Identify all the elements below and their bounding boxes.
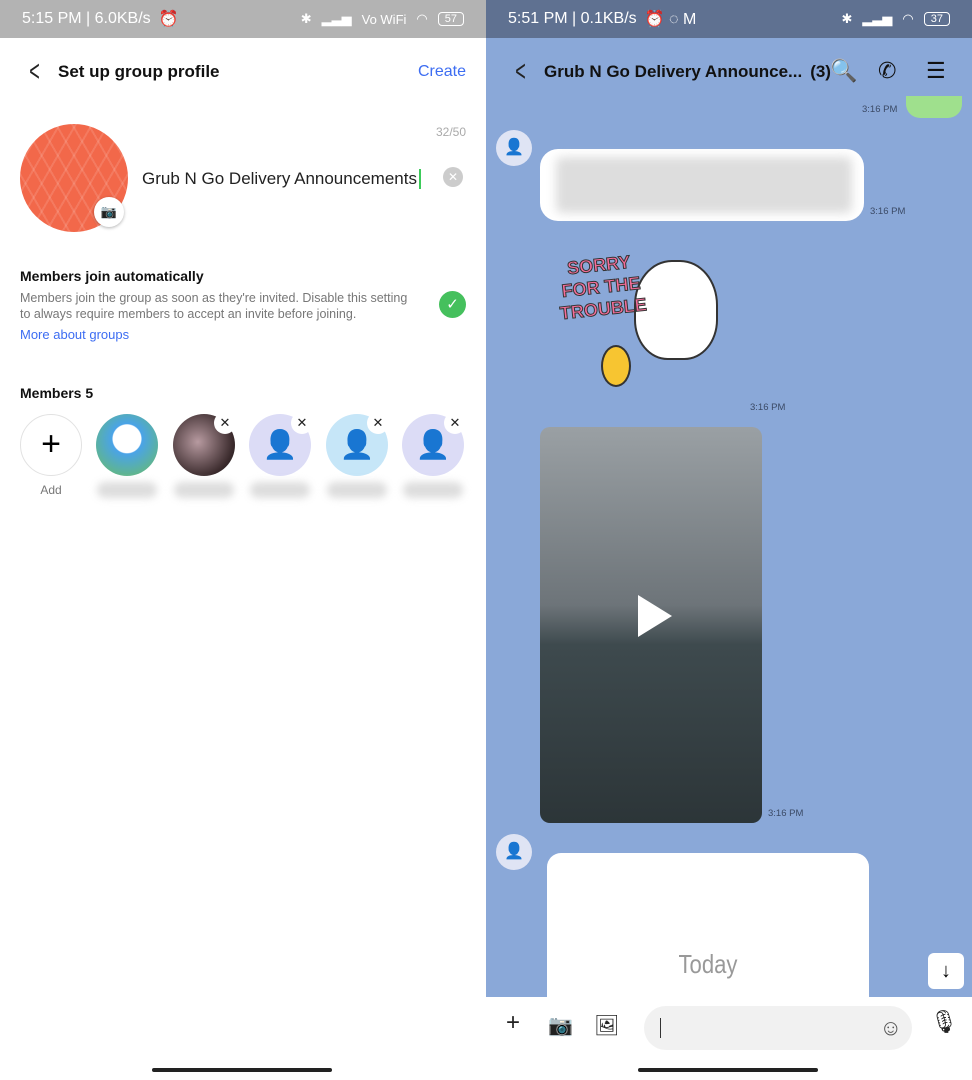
video-message[interactable] xyxy=(540,427,762,823)
camera-icon[interactable]: 📷 xyxy=(548,1013,573,1038)
remove-member-icon[interactable]: ✕ xyxy=(444,412,466,434)
member-name-blurred xyxy=(97,482,157,498)
status-bar: 5:15 PM | 6.0KB/s ⏰ ✱ ▂▃▅ Vo WiFi ◠ 57 xyxy=(0,0,486,38)
add-member-button[interactable]: + xyxy=(20,414,82,476)
bluetooth-icon: ✱ xyxy=(841,11,853,26)
remove-member-icon[interactable]: ✕ xyxy=(291,412,313,434)
auto-join-title: Members join automatically xyxy=(20,268,204,284)
create-button[interactable]: Create xyxy=(418,63,466,81)
message-bubble[interactable] xyxy=(540,149,864,221)
char-count: 32/50 xyxy=(435,125,466,139)
phone-icon[interactable]: ✆ xyxy=(878,58,896,84)
status-time: 5:15 PM | 6.0KB/s xyxy=(22,10,151,27)
status-bar: 5:51 PM | 0.1KB/s ⏰ ◌ M ✱ ▂▃▅ ◠ 37 xyxy=(486,0,972,38)
sent-message-bubble[interactable] xyxy=(906,96,962,118)
message-time: 3:16 PM xyxy=(750,402,786,413)
search-history-icon[interactable]: 🔍 xyxy=(830,58,857,84)
chat-title[interactable]: Grub N Go Delivery Announce... xyxy=(544,62,802,82)
bluetooth-icon: ✱ xyxy=(300,11,312,26)
sticker-message[interactable]: SORRY FOR THE TROUBLE xyxy=(556,240,736,410)
back-icon[interactable]: < xyxy=(29,55,51,89)
plus-icon[interactable]: + xyxy=(506,1009,520,1037)
card-message[interactable]: Today xyxy=(547,853,869,1013)
battery-indicator: 37 xyxy=(923,12,950,26)
card-text: Today xyxy=(678,949,738,979)
scroll-down-button[interactable]: ↓ xyxy=(928,953,964,989)
message-time: 3:16 PM xyxy=(768,808,804,819)
message-time: 3:16 PM xyxy=(870,206,906,217)
alarm-icon: ⏰ ◌ M xyxy=(644,11,697,28)
more-about-groups-link[interactable]: More about groups xyxy=(20,327,129,342)
play-icon[interactable] xyxy=(638,595,672,637)
header: < Set up group profile Create xyxy=(0,52,486,92)
emoji-icon[interactable]: ☺ xyxy=(880,1015,902,1041)
member-count: (3) xyxy=(810,62,831,81)
battery-indicator: 57 xyxy=(437,12,464,26)
signal-icon: ▂▃▅ xyxy=(321,11,352,26)
alarm-icon: ⏰ xyxy=(158,11,179,28)
image-icon[interactable]: 🖼 xyxy=(594,1013,619,1038)
sender-avatar[interactable]: 👤 xyxy=(496,834,532,870)
auto-join-toggle[interactable]: ✓ xyxy=(439,291,466,318)
menu-icon[interactable]: ☰ xyxy=(926,58,946,84)
add-label: Add xyxy=(40,483,62,497)
members-title: Members 5 xyxy=(20,385,94,401)
sticker-text: SORRY FOR THE TROUBLE xyxy=(558,251,648,324)
microphone-icon[interactable]: 🎙 xyxy=(930,1009,958,1035)
vowifi-label: Vo WiFi xyxy=(361,11,407,27)
member-name-blurred xyxy=(250,482,310,498)
sender-avatar[interactable]: 👤 xyxy=(496,130,532,166)
chat-screen: 5:51 PM | 0.1KB/s ⏰ ◌ M ✱ ▂▃▅ ◠ 37 < Grub N… xyxy=(486,0,972,1080)
signal-icon: ▂▃▅ xyxy=(862,11,893,26)
member-name-blurred xyxy=(403,482,463,498)
home-indicator[interactable] xyxy=(638,1068,818,1072)
member-name-blurred xyxy=(327,482,387,498)
remove-member-icon[interactable]: ✕ xyxy=(214,412,236,434)
home-indicator[interactable] xyxy=(152,1068,332,1072)
chat-header: < Grub N Go Delivery Announce... (3) xyxy=(486,52,972,92)
clear-icon[interactable]: ✕ xyxy=(443,167,463,187)
wifi-icon: ◠ xyxy=(902,11,914,26)
member-name-blurred xyxy=(174,482,234,498)
back-icon[interactable]: < xyxy=(515,55,537,89)
group-name-input[interactable]: Grub N Go Delivery Announcements xyxy=(142,169,421,189)
page-title: Set up group profile xyxy=(58,62,220,81)
auto-join-description: Members join the group as soon as they'r… xyxy=(20,291,408,321)
group-profile-screen: 5:15 PM | 6.0KB/s ⏰ ✱ ▂▃▅ Vo WiFi ◠ 57 < Set… xyxy=(0,0,486,1080)
remove-member-icon[interactable]: ✕ xyxy=(367,412,389,434)
status-time: 5:51 PM | 0.1KB/s xyxy=(508,10,637,27)
message-time: 3:16 PM xyxy=(862,104,898,115)
camera-icon[interactable]: 📷 xyxy=(94,197,124,227)
member-avatar[interactable] xyxy=(96,414,158,476)
chick-sticker-image xyxy=(601,345,631,387)
message-input[interactable]: ☺ xyxy=(644,1006,912,1050)
wifi-icon: ◠ xyxy=(416,11,428,26)
